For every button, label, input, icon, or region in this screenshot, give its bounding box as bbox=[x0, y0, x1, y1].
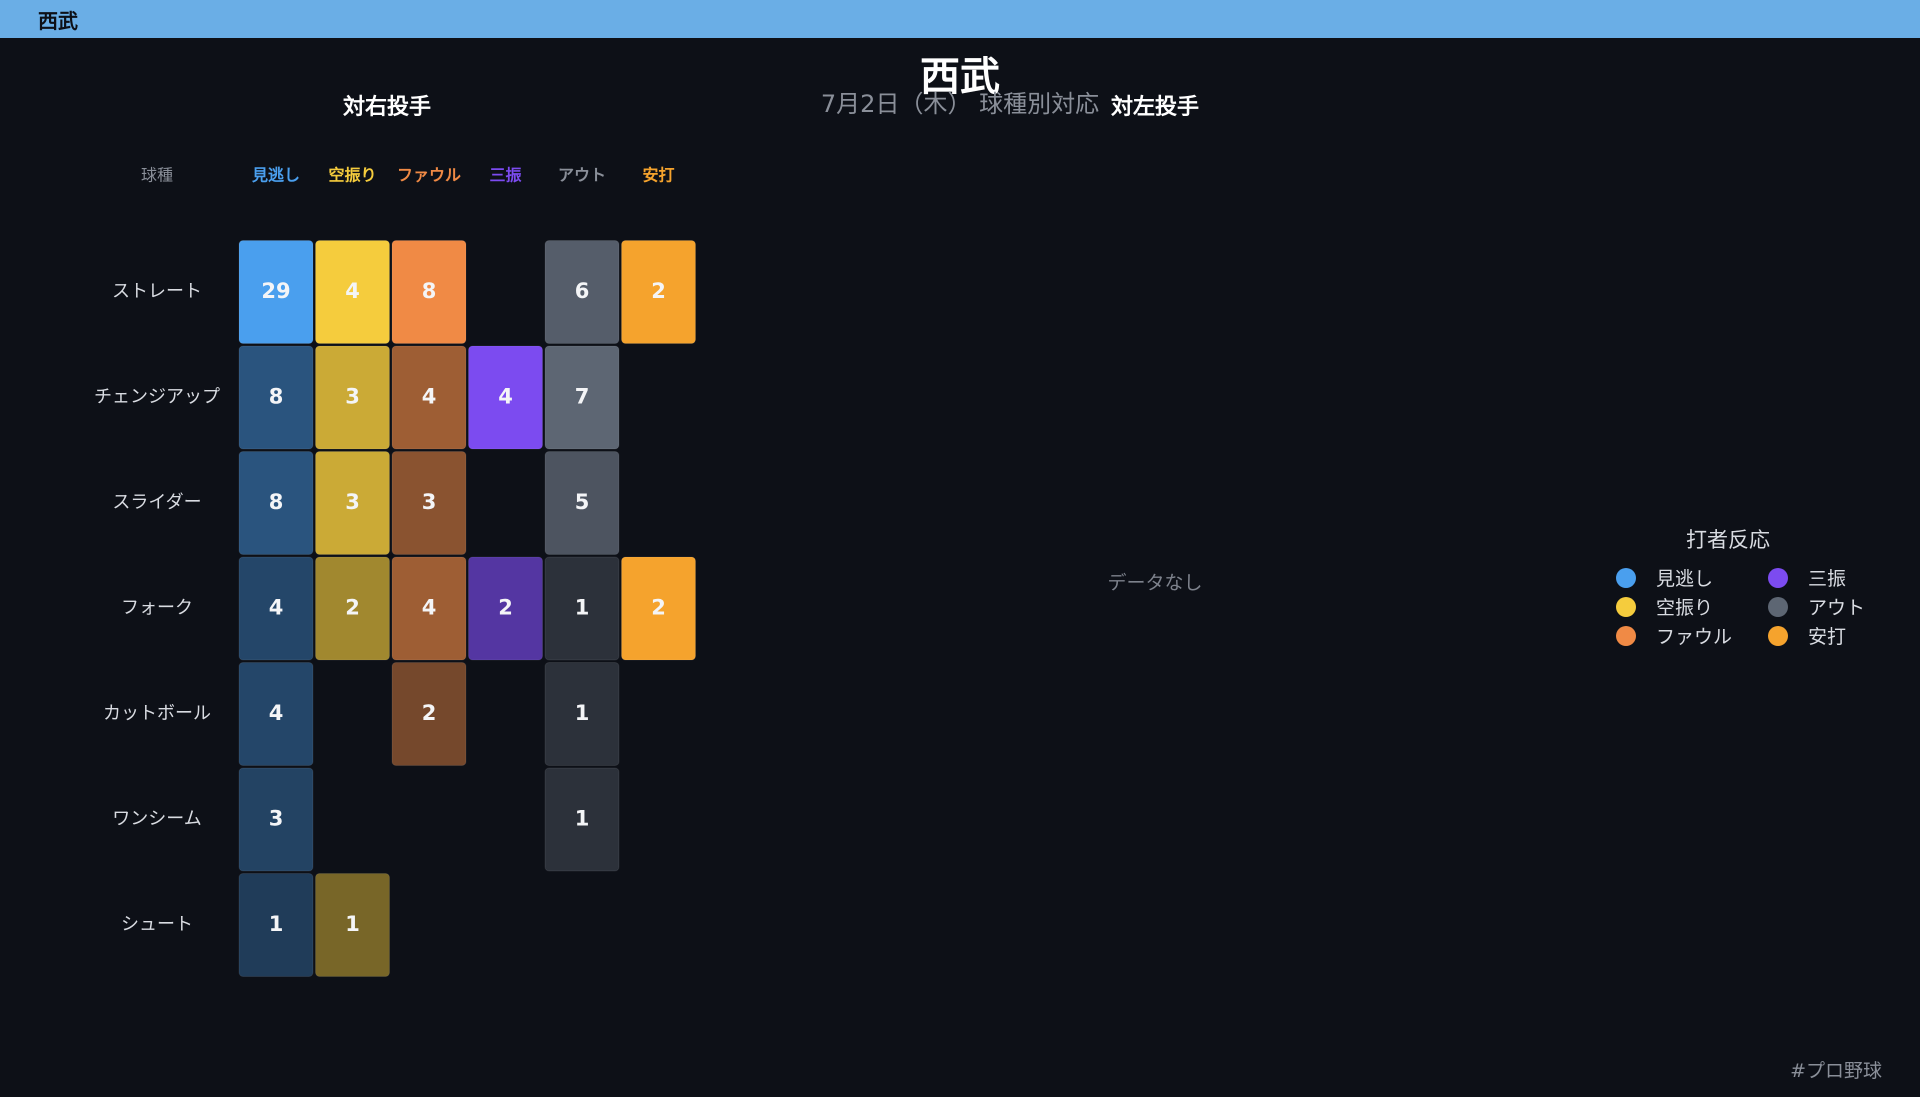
heatmap-cell-value: 1 bbox=[575, 596, 590, 620]
heatmap-cell-value: 6 bbox=[575, 279, 590, 303]
legend-dot bbox=[1616, 625, 1636, 646]
legend-dot bbox=[1768, 596, 1788, 617]
heatmap-cell-value: 29 bbox=[261, 279, 290, 303]
heatmap-cell-value: 1 bbox=[575, 807, 590, 831]
row-label: チェンジアップ bbox=[94, 387, 220, 408]
legend: 打者反応 見逃し空振りファウル 三振アウト安打 bbox=[1600, 524, 1880, 648]
row-label: シュート bbox=[121, 914, 193, 935]
heatmap-cell-value: 3 bbox=[345, 385, 360, 409]
legend-dot bbox=[1768, 567, 1788, 588]
heatmap-cell-value: 8 bbox=[269, 385, 284, 409]
column-header: 空振り bbox=[328, 166, 376, 185]
legend-item: 空振り bbox=[1616, 593, 1713, 620]
heatmap-cell-value: 4 bbox=[269, 596, 284, 620]
heatmap-cell-value: 2 bbox=[345, 596, 360, 620]
legend-title: 打者反応 bbox=[1686, 528, 1770, 552]
legend-item: ファウル bbox=[1616, 622, 1732, 649]
column-header: アウト bbox=[558, 166, 606, 185]
heatmap-cell-value: 2 bbox=[422, 701, 437, 725]
heatmap-cell-value: 7 bbox=[575, 385, 590, 409]
column-header: ファウル bbox=[397, 166, 461, 185]
legend-item: 三振 bbox=[1768, 564, 1846, 591]
heatmap-cell-value: 1 bbox=[575, 701, 590, 725]
heatmap-cell-value: 1 bbox=[345, 912, 360, 936]
row-label: カットボール bbox=[103, 703, 211, 724]
row-header-label: 球種 bbox=[141, 166, 173, 185]
legend-label: アウト bbox=[1808, 597, 1866, 619]
column-header: 安打 bbox=[642, 166, 674, 185]
heatmap-cell-value: 4 bbox=[422, 385, 437, 409]
legend-item: アウト bbox=[1768, 593, 1865, 620]
legend-label: 安打 bbox=[1808, 626, 1847, 648]
heatmap-cell-value: 1 bbox=[269, 912, 284, 936]
heatmap-cell-value: 5 bbox=[575, 490, 590, 514]
heatmap-cell-value: 2 bbox=[651, 596, 666, 620]
row-label: スライダー bbox=[112, 492, 201, 513]
heatmap-cell-value: 8 bbox=[422, 279, 437, 303]
legend-label: 空振り bbox=[1656, 597, 1714, 619]
heatmap-cell-value: 4 bbox=[269, 701, 284, 725]
legend-item: 安打 bbox=[1768, 622, 1846, 649]
heatmap-cell-value: 3 bbox=[422, 490, 437, 514]
legend-dot bbox=[1616, 596, 1636, 617]
heatmap-cell-value: 4 bbox=[422, 596, 437, 620]
heatmap-cell-value: 2 bbox=[498, 596, 513, 620]
column-header: 三振 bbox=[489, 166, 521, 185]
legend-dot bbox=[1768, 625, 1788, 646]
row-label: ワンシーム bbox=[112, 809, 201, 830]
heatmap-cell-value: 3 bbox=[345, 490, 360, 514]
row-label: フォーク bbox=[121, 598, 193, 619]
column-header: 見逃し bbox=[251, 166, 300, 185]
left-panel-no-data: データなし bbox=[1107, 572, 1203, 594]
legend-dot bbox=[1616, 567, 1636, 588]
heatmap-cell-value: 2 bbox=[651, 279, 666, 303]
legend-label: 見逃し bbox=[1656, 568, 1714, 590]
legend-item: 見逃し bbox=[1616, 564, 1713, 591]
heatmap-cell-value: 4 bbox=[345, 279, 360, 303]
hashtag: #プロ野球 bbox=[1790, 1060, 1882, 1082]
heatmap-cell-value: 3 bbox=[269, 807, 284, 831]
heatmap-cell-value: 4 bbox=[498, 385, 513, 409]
legend-label: 三振 bbox=[1808, 568, 1847, 590]
legend-label: ファウル bbox=[1656, 626, 1733, 648]
row-label: ストレート bbox=[112, 281, 202, 302]
heatmap-cell-value: 8 bbox=[269, 490, 284, 514]
legend-items: 見逃し空振りファウル 三振アウト安打 bbox=[1600, 554, 1880, 648]
